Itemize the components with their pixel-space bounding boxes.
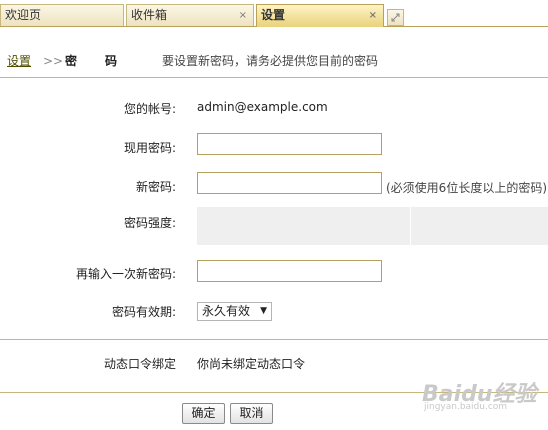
tab-inbox[interactable]: 收件箱 × bbox=[126, 4, 254, 26]
breadcrumb: 设置 >> 密码 要设置新密码，请务必提供您目前的密码 bbox=[7, 52, 378, 70]
breadcrumb-settings-link[interactable]: 设置 bbox=[7, 54, 31, 68]
breadcrumb-separator: >> bbox=[43, 54, 64, 68]
new-password-input[interactable] bbox=[197, 172, 382, 194]
close-icon[interactable]: × bbox=[239, 5, 247, 26]
confirm-password-input[interactable] bbox=[197, 260, 382, 282]
new-password-hint: (必须使用6位长度以上的密码) bbox=[386, 181, 547, 195]
ok-button[interactable]: 确定 bbox=[182, 403, 225, 424]
strength-label: 密码强度: bbox=[123, 216, 176, 230]
password-strength-meter bbox=[197, 207, 548, 245]
tab-settings-label: 设置 bbox=[261, 8, 286, 22]
tab-welcome[interactable]: 欢迎页 bbox=[0, 4, 124, 26]
account-label: 您的帐号: bbox=[123, 102, 176, 116]
chevron-down-icon: ▼ bbox=[260, 306, 267, 316]
expiry-select[interactable]: 永久有效 ▼ bbox=[197, 302, 272, 321]
strength-divider bbox=[410, 207, 411, 245]
account-value: admin@example.com bbox=[197, 100, 328, 114]
current-password-input[interactable] bbox=[197, 133, 382, 155]
current-password-label: 现用密码: bbox=[123, 141, 176, 155]
new-password-label: 新密码: bbox=[135, 180, 176, 194]
cancel-button[interactable]: 取消 bbox=[230, 403, 273, 424]
close-icon[interactable]: × bbox=[369, 5, 377, 26]
page-title: 密码 bbox=[65, 54, 146, 68]
watermark-url: jingyan.baidu.com bbox=[424, 402, 508, 412]
confirm-password-label: 再输入一次新密码: bbox=[75, 267, 176, 281]
expand-arrows-icon bbox=[391, 13, 400, 22]
divider bbox=[0, 339, 548, 340]
page-hint: 要设置新密码，请务必提供您目前的密码 bbox=[162, 54, 379, 68]
tab-inbox-label: 收件箱 bbox=[131, 8, 168, 22]
tab-bar: 欢迎页 收件箱 × 设置 × bbox=[0, 0, 548, 27]
expiry-label: 密码有效期: bbox=[111, 305, 176, 319]
expand-icon[interactable] bbox=[387, 9, 404, 26]
token-label: 动态口令绑定 bbox=[103, 357, 176, 371]
divider bbox=[0, 77, 548, 78]
expiry-selected-value: 永久有效 bbox=[202, 304, 251, 318]
tab-settings[interactable]: 设置 × bbox=[256, 4, 384, 27]
token-value: 你尚未绑定动态口令 bbox=[197, 357, 306, 371]
tab-welcome-label: 欢迎页 bbox=[5, 8, 42, 22]
